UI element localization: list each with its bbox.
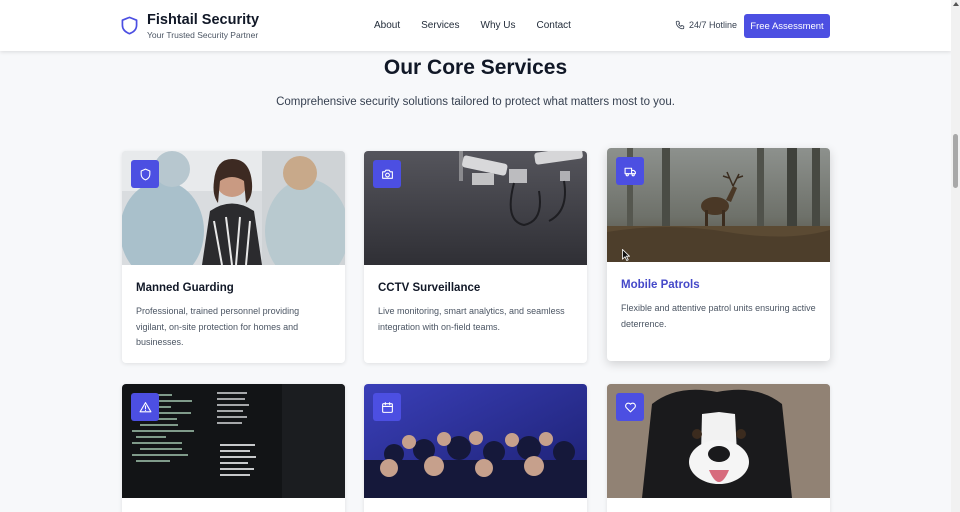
code-terminal-image <box>122 384 345 498</box>
nav-why-us[interactable]: Why Us <box>481 20 516 31</box>
free-assessment-button[interactable]: Free Assessment <box>744 14 830 38</box>
dog-image <box>607 384 830 498</box>
shield-icon <box>121 16 138 35</box>
scroll-up-arrow-icon[interactable] <box>953 2 959 6</box>
nav-about[interactable]: About <box>374 20 400 31</box>
brand[interactable]: Fishtail Security Your Trusted Security … <box>121 12 259 41</box>
service-title: Manned Guarding <box>136 282 234 294</box>
service-card-mobile-patrols[interactable]: Mobile Patrols Flexible and attentive pa… <box>607 148 830 361</box>
service-description: Live monitoring, smart analytics, and se… <box>378 306 565 332</box>
camera-icon <box>381 169 393 179</box>
nav-contact[interactable]: Contact <box>537 20 571 31</box>
service-title: CCTV Surveillance <box>378 282 481 294</box>
brand-name: Fishtail Security <box>147 12 260 28</box>
calendar-icon-badge <box>373 393 401 421</box>
deer-in-forest-image <box>607 148 830 262</box>
service-description: Flexible and attentive patrol units ensu… <box>621 303 816 329</box>
service-card-events[interactable] <box>364 384 587 512</box>
camera-icon-badge <box>373 160 401 188</box>
section-title: Our Core Services <box>383 56 568 79</box>
scrollbar-thumb[interactable] <box>953 134 958 188</box>
site-header: Fishtail Security Your Trusted Security … <box>0 0 951 51</box>
alert-triangle-icon <box>139 401 151 412</box>
calendar-icon <box>381 401 393 413</box>
hotline-link[interactable]: 24/7 Hotline <box>675 20 737 30</box>
service-card-cyber[interactable] <box>122 384 345 512</box>
service-description: Professional, trained personnel providin… <box>136 306 300 347</box>
audience-event-image <box>364 384 587 498</box>
heart-icon-badge <box>616 393 644 421</box>
service-card-cctv-surveillance[interactable]: CCTV Surveillance Live monitoring, smart… <box>364 151 587 363</box>
service-card-manned-guarding[interactable]: Manned Guarding Professional, trained pe… <box>122 151 345 363</box>
service-title: Mobile Patrols <box>621 279 700 291</box>
section-subtitle: Comprehensive security solutions tailore… <box>276 96 675 108</box>
brand-tagline: Your Trusted Security Partner <box>147 30 259 40</box>
truck-icon-badge <box>616 157 644 185</box>
main-nav: About Services Why Us Contact <box>374 20 571 31</box>
alert-triangle-icon-badge <box>131 393 159 421</box>
mouse-cursor-icon <box>622 249 630 261</box>
people-meeting-image <box>122 151 345 265</box>
truck-icon <box>624 167 636 176</box>
hotline-label: 24/7 Hotline <box>689 20 738 30</box>
phone-icon <box>675 20 685 30</box>
scrollbar[interactable] <box>951 0 960 512</box>
cctv-cameras-image <box>364 151 587 265</box>
heart-icon <box>624 402 636 412</box>
shield-icon <box>140 168 150 180</box>
nav-services[interactable]: Services <box>421 20 459 31</box>
service-card-k9[interactable] <box>607 384 830 512</box>
shield-icon-badge <box>131 160 159 188</box>
